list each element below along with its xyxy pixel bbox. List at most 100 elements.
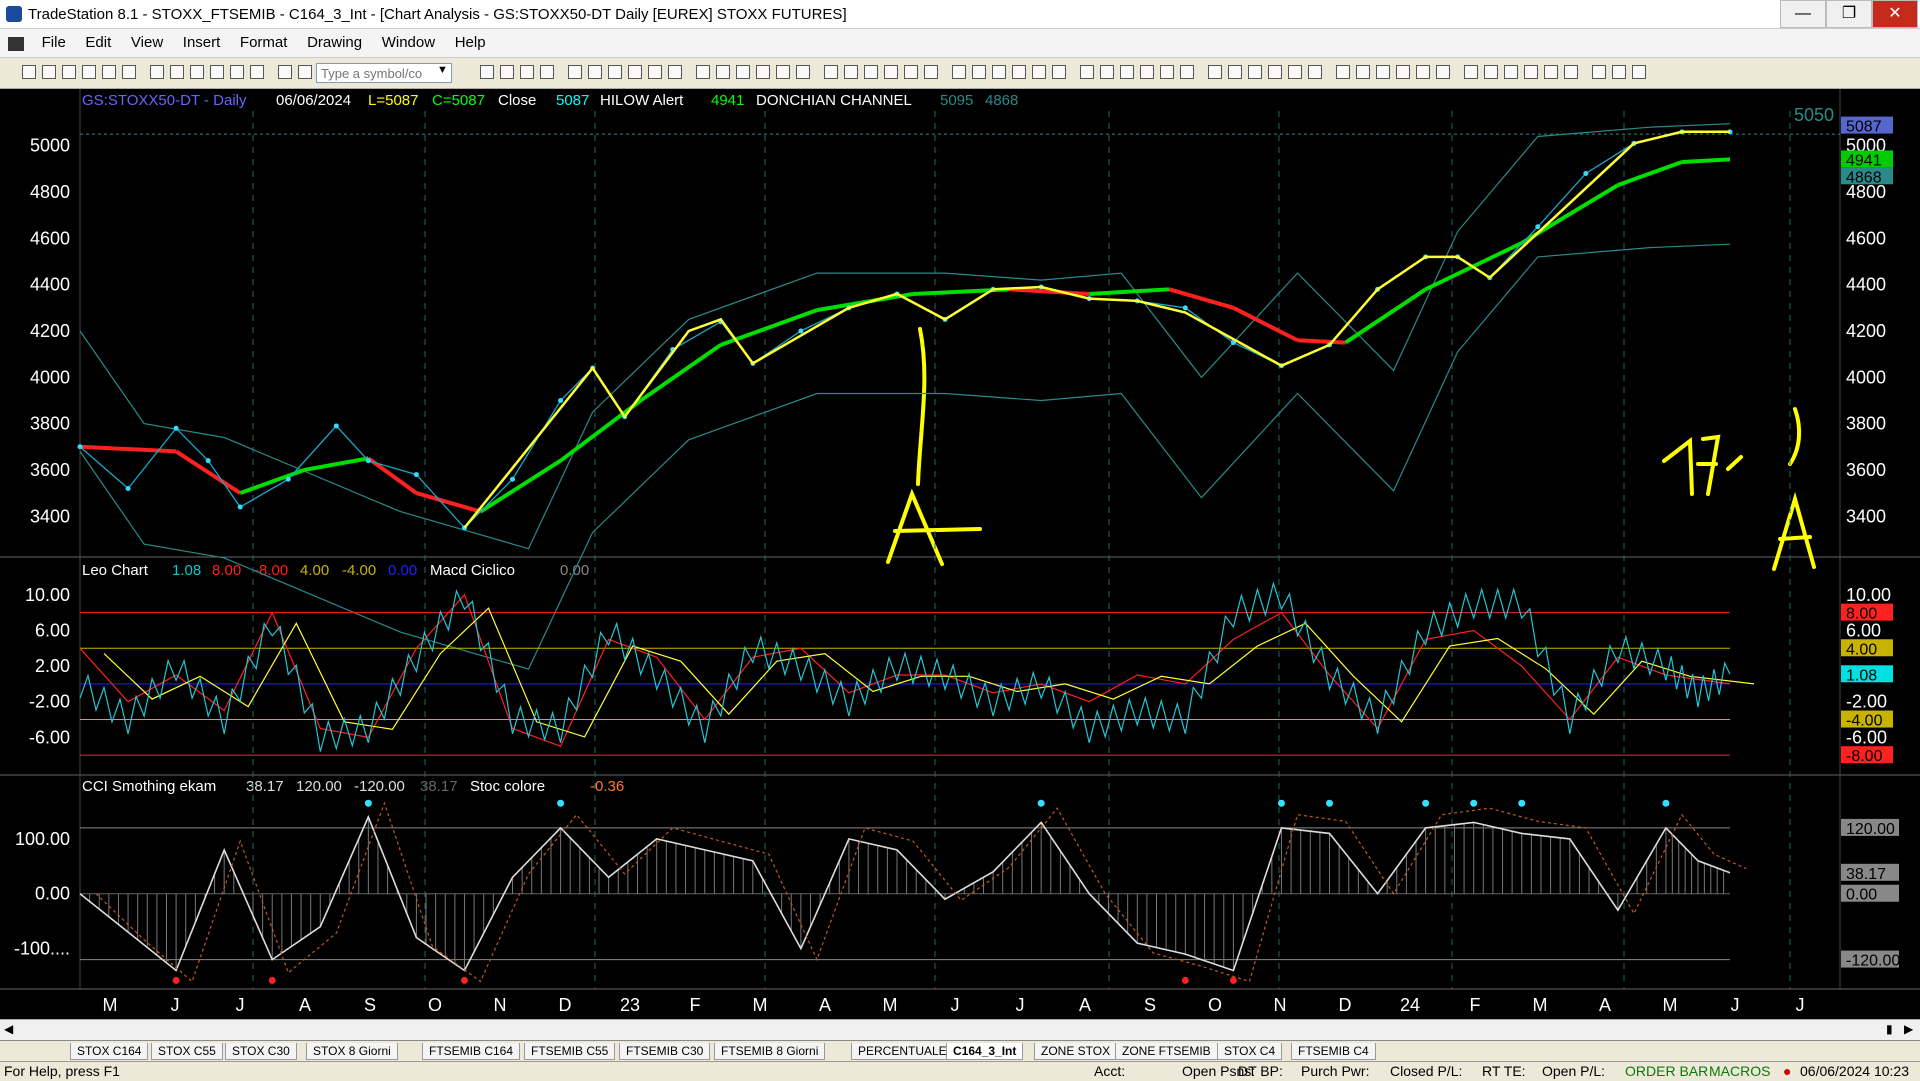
- toolbar-print-preview-icon[interactable]: [102, 65, 116, 79]
- chart-analysis-window[interactable]: GS:STOXX50-DT - Daily 06/06/2024 L=5087 …: [0, 89, 1920, 1019]
- menu-file[interactable]: File: [34, 29, 74, 57]
- toolbar-tool-50-icon[interactable]: [1248, 65, 1262, 79]
- toolbar-tool-51-icon[interactable]: [1268, 65, 1282, 79]
- scroll-left-icon[interactable]: ◀: [4, 1022, 13, 1036]
- toolbar-tool-58-icon[interactable]: [1416, 65, 1430, 79]
- workspace-tab-6[interactable]: FTSEMIB C30: [619, 1043, 711, 1060]
- toolbar-tool-16-icon[interactable]: [520, 65, 534, 79]
- workspace-tab-12[interactable]: STOX C4: [1217, 1043, 1283, 1060]
- toolbar-tool-30-icon[interactable]: [824, 65, 838, 79]
- toolbar-tool-22-icon[interactable]: [648, 65, 662, 79]
- menu-insert[interactable]: Insert: [175, 29, 229, 57]
- toolbar-tool-29-icon[interactable]: [796, 65, 810, 79]
- toolbar-tool-66-icon[interactable]: [1592, 65, 1606, 79]
- toolbar-tool-46-icon[interactable]: [1160, 65, 1174, 79]
- toolbar-tool-54-icon[interactable]: [1336, 65, 1350, 79]
- maximize-button[interactable]: ❐: [1826, 0, 1872, 28]
- toolbar-pen-icon[interactable]: [210, 65, 224, 79]
- toolbar-tool-13-icon[interactable]: [298, 65, 312, 79]
- toolbar-new-icon[interactable]: [22, 65, 36, 79]
- toolbar-tool-32-icon[interactable]: [864, 65, 878, 79]
- toolbar-tool-11-icon[interactable]: [250, 65, 264, 79]
- toolbar-tool-39-icon[interactable]: [1012, 65, 1026, 79]
- toolbar-tool-56-icon[interactable]: [1376, 65, 1390, 79]
- menu-format[interactable]: Format: [232, 29, 296, 57]
- toolbar-tool-53-icon[interactable]: [1308, 65, 1322, 79]
- toolbar-tool-62-icon[interactable]: [1504, 65, 1518, 79]
- toolbar-tool-35-icon[interactable]: [924, 65, 938, 79]
- toolbar-tool-18-icon[interactable]: [568, 65, 582, 79]
- toolbar-tool-43-icon[interactable]: [1100, 65, 1114, 79]
- toolbar-layout-icon[interactable]: [122, 65, 136, 79]
- workspace-tab-5[interactable]: FTSEMIB C55: [524, 1043, 616, 1060]
- toolbar-tool-38-icon[interactable]: [992, 65, 1006, 79]
- horizontal-scrollbar[interactable]: ◀ ▮ ▶: [0, 1019, 1920, 1041]
- toolbar-open-icon[interactable]: [42, 65, 56, 79]
- toolbar-tool-67-icon[interactable]: [1612, 65, 1626, 79]
- toolbar-tool-12-icon[interactable]: [278, 65, 292, 79]
- status-order-bar[interactable]: ORDER BAR: [1625, 1063, 1708, 1079]
- workspace-tab-7[interactable]: FTSEMIB 8 Giorni: [714, 1043, 826, 1060]
- menu-help[interactable]: Help: [447, 29, 494, 57]
- symbol-dropdown-icon[interactable]: ▼: [437, 64, 448, 76]
- toolbar-tool-26-icon[interactable]: [736, 65, 750, 79]
- chart-canvas[interactable]: GS:STOXX50-DT - Daily 06/06/2024 L=5087 …: [0, 89, 1920, 1019]
- toolbar-tool-37-icon[interactable]: [972, 65, 986, 79]
- workspace-tab-8[interactable]: PERCENTUALE: [851, 1043, 954, 1060]
- toolbar-tool-34-icon[interactable]: [904, 65, 918, 79]
- menu-view[interactable]: View: [123, 29, 171, 57]
- toolbar-tool-19-icon[interactable]: [588, 65, 602, 79]
- workspace-tab-3[interactable]: STOX 8 Giorni: [306, 1043, 398, 1060]
- scroll-thumb-icon[interactable]: ▮: [1886, 1022, 1893, 1036]
- toolbar-tool-36-icon[interactable]: [952, 65, 966, 79]
- workspace-tab-11[interactable]: ZONE FTSEMIB: [1115, 1043, 1218, 1060]
- toolbar-tool-17-icon[interactable]: [540, 65, 554, 79]
- price-panel[interactable]: [80, 89, 1840, 557]
- toolbar-tool-33-icon[interactable]: [884, 65, 898, 79]
- toolbar-tool-49-icon[interactable]: [1228, 65, 1242, 79]
- menu-window[interactable]: Window: [374, 29, 443, 57]
- toolbar-tool-15-icon[interactable]: [500, 65, 514, 79]
- toolbar-tool-40-icon[interactable]: [1032, 65, 1046, 79]
- workspace-tab-13[interactable]: FTSEMIB C4: [1291, 1043, 1376, 1060]
- workspace-tab-1[interactable]: STOX C55: [151, 1043, 223, 1060]
- toolbar-tool-31-icon[interactable]: [844, 65, 858, 79]
- workspace-tab-4[interactable]: FTSEMIB C164: [422, 1043, 521, 1060]
- minimize-button[interactable]: —: [1780, 0, 1826, 28]
- workspace-tab-9[interactable]: C164_3_Int: [946, 1043, 1024, 1060]
- toolbar-tool-41-icon[interactable]: [1052, 65, 1066, 79]
- toolbar-tool-47-icon[interactable]: [1180, 65, 1194, 79]
- close-button[interactable]: ✕: [1872, 0, 1918, 28]
- toolbar-grid-icon[interactable]: [150, 65, 164, 79]
- menu-drawing[interactable]: Drawing: [299, 29, 370, 57]
- scroll-right-icon[interactable]: ▶: [1904, 1022, 1913, 1036]
- toolbar-tool-48-icon[interactable]: [1208, 65, 1222, 79]
- toolbar-lock-icon[interactable]: [170, 65, 184, 79]
- toolbar-tool-45-icon[interactable]: [1140, 65, 1154, 79]
- toolbar-tool-24-icon[interactable]: [696, 65, 710, 79]
- workspace-tab-0[interactable]: STOX C164: [70, 1043, 149, 1060]
- menu-edit[interactable]: Edit: [77, 29, 119, 57]
- toolbar-tool-44-icon[interactable]: [1120, 65, 1134, 79]
- toolbar-tool-57-icon[interactable]: [1396, 65, 1410, 79]
- toolbar-tool-27-icon[interactable]: [756, 65, 770, 79]
- toolbar-tool-21-icon[interactable]: [628, 65, 642, 79]
- symbol-input[interactable]: [316, 63, 452, 83]
- toolbar-tool-63-icon[interactable]: [1524, 65, 1538, 79]
- status-macros[interactable]: MACROS: [1709, 1063, 1770, 1079]
- workspace-tab-10[interactable]: ZONE STOX: [1034, 1043, 1118, 1060]
- toolbar-tool-61-icon[interactable]: [1484, 65, 1498, 79]
- toolbar-tool-55-icon[interactable]: [1356, 65, 1370, 79]
- toolbar-tool-42-icon[interactable]: [1080, 65, 1094, 79]
- toolbar-tool-10-icon[interactable]: [230, 65, 244, 79]
- toolbar-tool-64-icon[interactable]: [1544, 65, 1558, 79]
- workspace-tab-2[interactable]: STOX C30: [225, 1043, 297, 1060]
- toolbar-tool-65-icon[interactable]: [1564, 65, 1578, 79]
- toolbar-tool-20-icon[interactable]: [608, 65, 622, 79]
- toolbar-tool-28-icon[interactable]: [776, 65, 790, 79]
- toolbar-draw-icon[interactable]: [190, 65, 204, 79]
- toolbar-tool-52-icon[interactable]: [1288, 65, 1302, 79]
- toolbar-tool-68-icon[interactable]: [1632, 65, 1646, 79]
- toolbar-tool-59-icon[interactable]: [1436, 65, 1450, 79]
- toolbar-tool-23-icon[interactable]: [668, 65, 682, 79]
